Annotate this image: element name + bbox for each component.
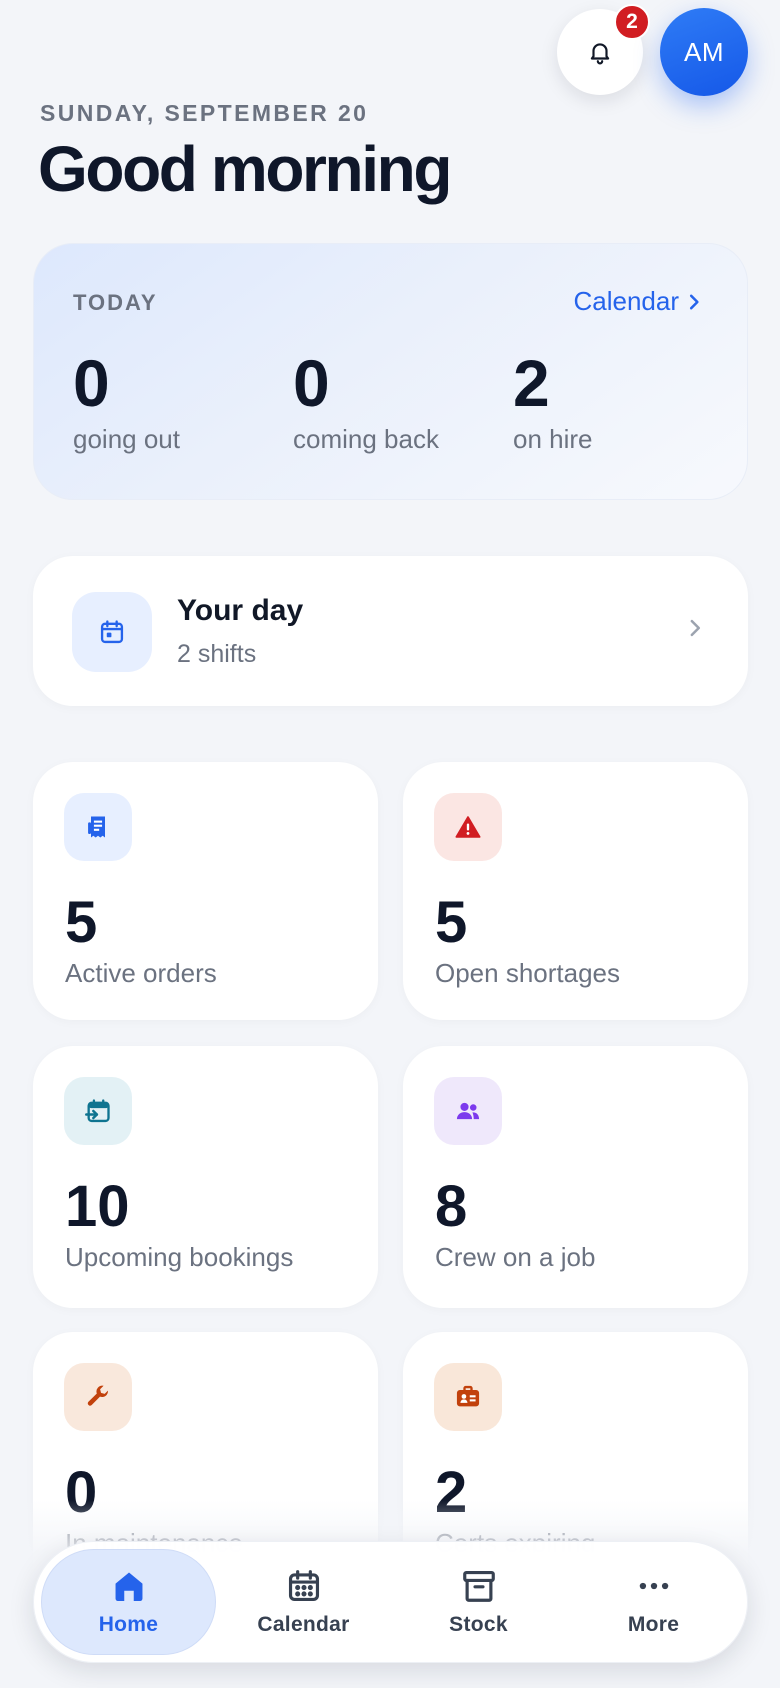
day-icon-badge [72,592,152,672]
tile-value: 5 [435,890,468,955]
tile-icon-badge [64,1077,132,1145]
stat-label: going out [73,424,180,454]
tile-icon-badge [434,793,502,861]
archive-box-icon [462,1570,495,1602]
chevron-right-icon [690,619,700,637]
stat-going-out: 0 going out [73,350,180,455]
nav-item-label: Home [98,1613,159,1636]
nav-item-more[interactable]: More [566,1549,741,1655]
tile-value: 10 [65,1174,130,1239]
nav-item-calendar[interactable]: Calendar [216,1549,391,1655]
today-summary-card: TODAY Calendar 0 going out 0 coming back… [33,243,748,500]
tile-upcoming-bookings[interactable]: 10 Upcoming bookings [33,1046,378,1308]
calendar-link-label: Calendar [573,286,679,316]
tile-value: 5 [65,890,98,955]
stat-value: 0 [293,346,330,420]
tile-label: Active orders [65,958,217,988]
users-icon [456,1102,480,1120]
user-avatar[interactable]: AM [660,8,748,96]
calendar-arrow-icon [85,1099,110,1123]
nav-item-label: Calendar [257,1613,350,1636]
notification-count-badge: 2 [614,4,650,40]
tile-icon-badge [64,793,132,861]
tile-value: 2 [435,1460,468,1525]
current-date: SUNDAY, SEPTEMBER 20 [40,100,369,126]
calendar-link[interactable]: Calendar [573,286,701,317]
tile-crew-on-job[interactable]: 8 Crew on a job [403,1046,748,1308]
nav-item-home[interactable]: Home [41,1549,216,1655]
calendar-icon [288,1570,319,1602]
tile-active-orders[interactable]: 5 Active orders [33,762,378,1020]
stat-label: coming back [293,424,439,454]
receipt-icon [88,816,105,838]
tile-label: Open shortages [435,958,621,988]
page-title: Good morning [38,133,452,205]
today-label: TODAY [73,290,158,315]
stat-label: on hire [513,424,593,454]
stat-coming-back: 0 coming back [293,350,439,455]
tile-open-shortages[interactable]: 5 Open shortages [403,762,748,1020]
nav-item-label: More [627,1613,680,1636]
chevron-right-icon [689,294,699,309]
calendar-day-icon [100,620,124,644]
bottom-nav: Home Calendar Stock More [33,1541,748,1663]
nav-item-label: Stock [449,1613,508,1636]
tile-icon-badge [434,1077,502,1145]
tile-value: 0 [65,1460,98,1525]
home-screen: 2 AM SUNDAY, SEPTEMBER 20 Good morning T… [0,0,780,1688]
id-badge-icon [456,1385,480,1407]
tile-value: 8 [435,1174,468,1239]
your-day-card[interactable]: Your day 2 shifts [33,556,748,706]
home-icon [115,1572,142,1602]
bell-icon [590,43,610,65]
stat-value: 2 [513,346,550,420]
tile-icon-badge [434,1363,502,1431]
nav-item-stock[interactable]: Stock [391,1549,566,1655]
wrench-icon [87,1385,108,1406]
your-day-subtitle: 2 shifts [177,640,257,668]
warning-icon [455,816,481,838]
stat-value: 0 [73,346,110,420]
stat-on-hire: 2 on hire [513,350,593,455]
your-day-title: Your day [177,594,304,627]
tile-label: Upcoming bookings [65,1242,294,1272]
tile-label: Crew on a job [435,1242,596,1272]
tile-icon-badge [64,1363,132,1431]
more-dots-icon [639,1582,668,1590]
